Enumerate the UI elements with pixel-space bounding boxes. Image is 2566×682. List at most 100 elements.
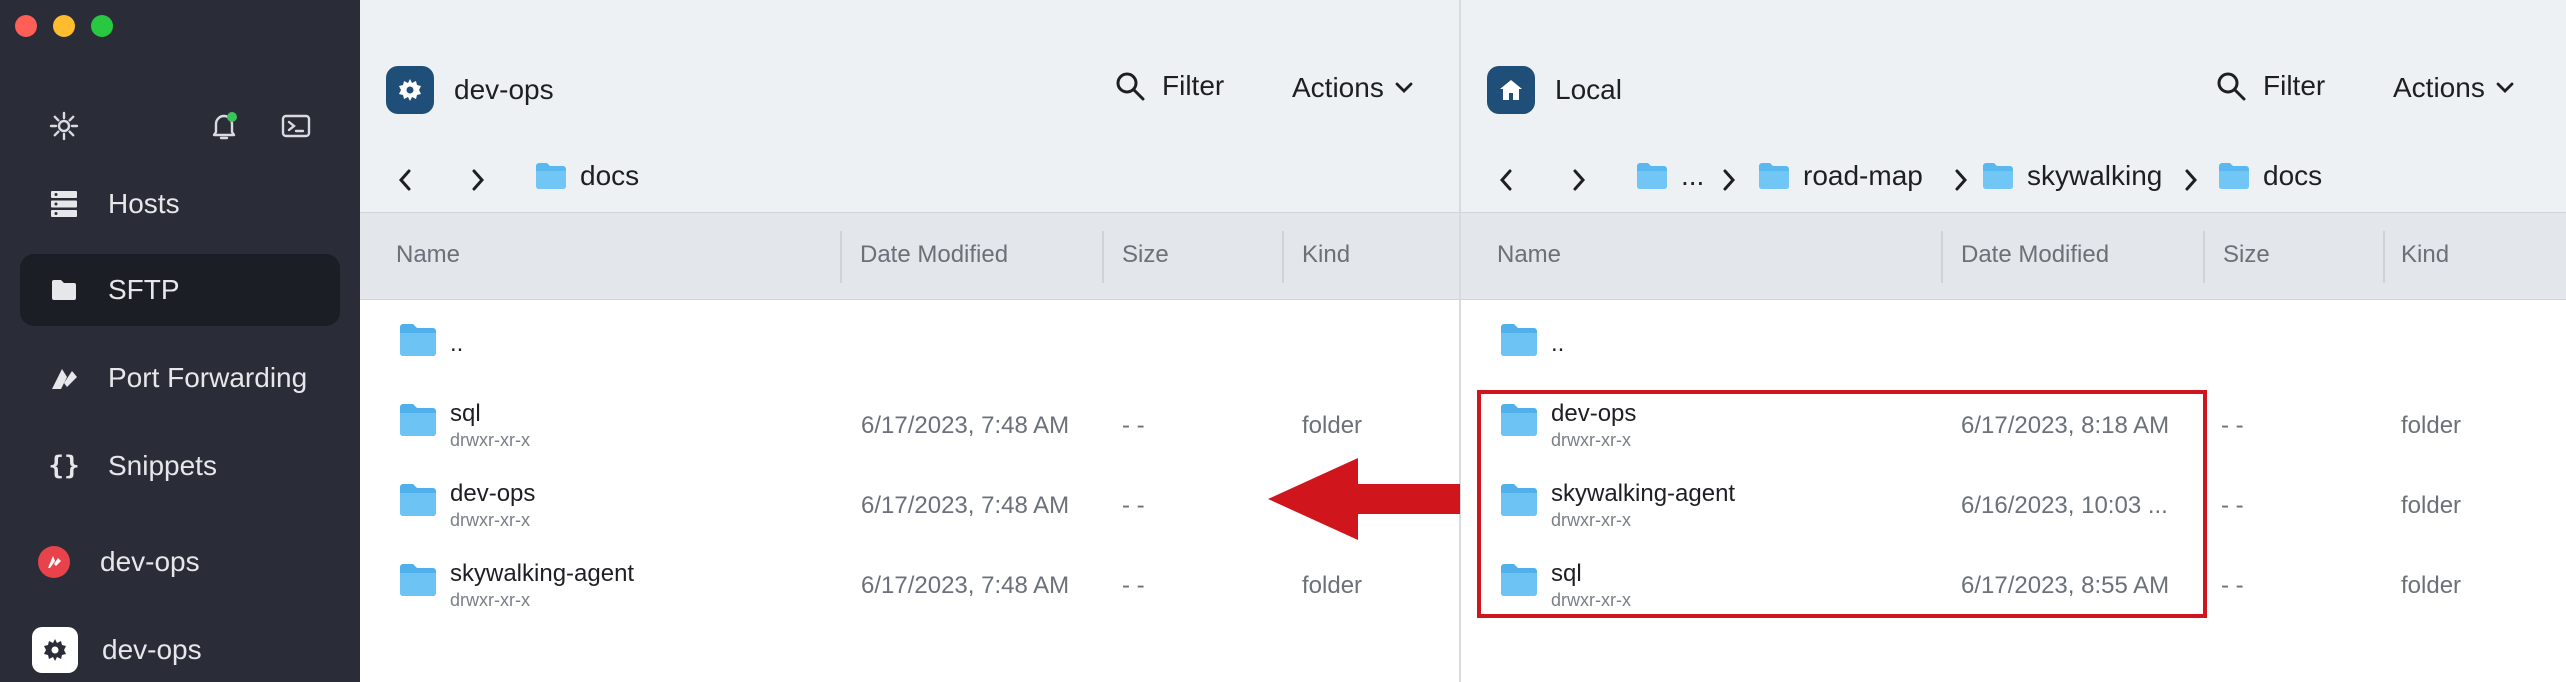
file-date: 6/17/2023, 7:48 AM <box>861 572 1070 599</box>
breadcrumb-label: docs <box>580 160 640 191</box>
chevron-right-icon <box>1723 169 1736 191</box>
folder-icon <box>400 564 436 596</box>
braces-icon: {} <box>48 451 80 481</box>
forward-button[interactable] <box>1564 164 1594 196</box>
file-kind: folder <box>2401 492 2462 519</box>
pane-header: dev-ops Filter Actions docs <box>360 0 1460 212</box>
table-header: Name Date Modified Size Kind <box>360 212 1460 300</box>
filter-button[interactable]: Filter <box>1114 70 1224 102</box>
filter-label: Filter <box>1162 70 1225 101</box>
column-kind[interactable]: Kind <box>1302 241 1350 269</box>
hosts-icon <box>44 184 84 224</box>
column-name[interactable]: Name <box>396 241 460 269</box>
folder-icon <box>400 324 436 356</box>
host-gear-icon <box>386 66 434 114</box>
column-date-modified[interactable]: Date Modified <box>860 241 1008 269</box>
breadcrumb-item[interactable]: skywalking <box>1981 160 2162 192</box>
file-permissions: drwxr-xr-x <box>450 430 530 450</box>
folder-icon <box>44 270 84 310</box>
file-size: - - <box>2221 572 2244 599</box>
column-divider[interactable] <box>1941 231 1943 283</box>
parent-directory-row[interactable]: .. <box>1461 304 2566 384</box>
file-kind: folder <box>2401 412 2462 439</box>
file-size: - - <box>2221 412 2244 439</box>
table-header: Name Date Modified Size Kind <box>1461 212 2566 300</box>
table-row[interactable]: skywalking-agent drwxr-xr-x 6/17/2023, 7… <box>360 544 1460 624</box>
zoom-window-button[interactable] <box>91 15 113 37</box>
file-name: dev-ops <box>450 480 536 507</box>
sidebar-item-label: Snippets <box>108 450 217 481</box>
column-divider[interactable] <box>1102 231 1104 283</box>
folder-icon <box>2219 163 2249 189</box>
actions-menu[interactable]: Actions <box>2393 72 2515 104</box>
close-window-button[interactable] <box>15 15 37 37</box>
column-size[interactable]: Size <box>2223 241 2270 269</box>
column-divider[interactable] <box>840 231 842 283</box>
sidebar: Hosts SFTP Port Forwarding {} Snippets d… <box>0 0 360 682</box>
pane-title: Local <box>1555 74 1622 105</box>
file-kind: folder <box>1302 412 1363 439</box>
table-row[interactable]: sql drwxr-xr-x 6/17/2023, 7:48 AM - - fo… <box>360 384 1460 464</box>
actions-menu[interactable]: Actions <box>1292 72 1414 104</box>
sidebar-item-label: Port Forwarding <box>108 362 308 393</box>
column-size[interactable]: Size <box>1122 241 1169 269</box>
search-icon <box>2217 72 2246 101</box>
back-button[interactable] <box>390 164 420 196</box>
chevron-right-icon <box>472 169 485 191</box>
file-size: - - <box>2221 492 2244 519</box>
chevron-right-icon <box>1573 169 1586 191</box>
red-host-icon <box>38 546 70 578</box>
breadcrumb-label: ... <box>1681 160 1705 191</box>
breadcrumb-item[interactable]: docs <box>2217 160 2322 192</box>
filter-button[interactable]: Filter <box>2215 70 2325 102</box>
bell-icon[interactable] <box>208 110 240 142</box>
chevron-right-icon <box>2185 169 2198 191</box>
search-icon <box>1116 72 1145 101</box>
chevron-left-icon <box>398 169 411 191</box>
column-divider[interactable] <box>1282 231 1284 283</box>
actions-label: Actions <box>2393 72 2485 103</box>
sidebar-item-sftp[interactable]: SFTP <box>20 254 340 326</box>
file-kind: folder <box>1302 572 1363 599</box>
sidebar-item-hosts[interactable]: Hosts <box>20 168 340 240</box>
minimize-window-button[interactable] <box>53 15 75 37</box>
file-name: .. <box>1551 330 1565 357</box>
folder-icon <box>1759 163 1789 189</box>
column-divider[interactable] <box>2383 231 2385 283</box>
folder-icon <box>1501 324 1537 356</box>
column-name[interactable]: Name <box>1497 241 1561 269</box>
column-date-modified[interactable]: Date Modified <box>1961 241 2109 269</box>
file-date: 6/17/2023, 7:48 AM <box>861 492 1070 519</box>
sidebar-item-label: SFTP <box>108 274 180 305</box>
nav-row: docs <box>360 160 1460 200</box>
forward-button[interactable] <box>463 164 493 196</box>
breadcrumb-label: docs <box>2263 160 2323 191</box>
column-divider[interactable] <box>2203 231 2205 283</box>
parent-directory-row[interactable]: .. <box>360 304 1460 384</box>
sidebar-item-snippets[interactable]: {} Snippets <box>20 430 340 502</box>
folder-icon <box>400 404 436 436</box>
sidebar-item-port-forwarding[interactable]: Port Forwarding <box>20 342 340 414</box>
breadcrumb-item[interactable]: road-map <box>1757 160 1923 192</box>
column-kind[interactable]: Kind <box>2401 241 2449 269</box>
filter-label: Filter <box>2263 70 2326 101</box>
sidebar-host-item[interactable]: dev-ops <box>32 620 202 680</box>
chevron-down-icon <box>1395 82 1413 93</box>
gear-icon[interactable] <box>48 110 80 142</box>
breadcrumb-item[interactable]: ... <box>1635 160 1704 192</box>
sidebar-host-item[interactable]: dev-ops <box>38 532 200 592</box>
gear-host-icon <box>32 627 78 673</box>
breadcrumb-item[interactable]: docs <box>534 160 639 192</box>
file-size: - - <box>1122 572 1145 599</box>
chevron-down-icon <box>2496 82 2514 93</box>
back-button[interactable] <box>1491 164 1521 196</box>
file-name: skywalking-agent <box>450 560 635 587</box>
home-icon <box>1487 66 1535 114</box>
file-kind: folder <box>2401 572 2462 599</box>
file-name: sql <box>450 400 481 427</box>
selection-highlight-box <box>1477 390 2207 618</box>
remote-pane: dev-ops Filter Actions docs Name Date Mo… <box>360 0 1460 682</box>
terminal-icon[interactable] <box>280 110 312 142</box>
pane-header: Local Filter Actions ... road-map skywal… <box>1461 0 2566 212</box>
nav-row: ... road-map skywalking docs <box>1461 160 2566 200</box>
